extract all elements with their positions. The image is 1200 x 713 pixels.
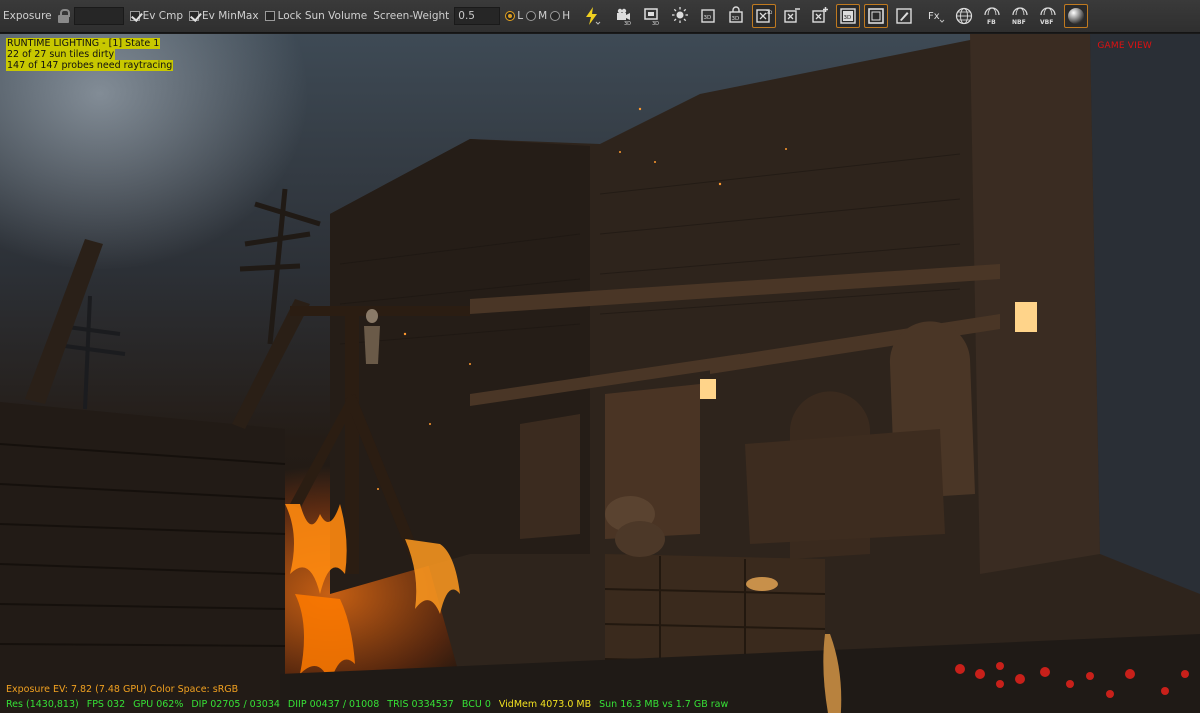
sun-tiles-status: 22 of 27 sun tiles dirty xyxy=(6,49,116,60)
fb-label: FB xyxy=(987,19,996,26)
screenshot-3d-button[interactable]: 3D xyxy=(640,4,664,28)
nbf-button[interactable]: NBF xyxy=(1008,4,1032,28)
camera-3d-icon: 3D xyxy=(617,8,631,26)
sun-light-button[interactable] xyxy=(668,4,692,28)
view-3d-button[interactable]: 3D xyxy=(836,4,861,28)
material-ball-button[interactable] xyxy=(1064,4,1089,28)
exposure-overlay: Exposure EV: 7.82 (7.48 GPU) Color Space… xyxy=(6,682,238,696)
probe-plus-icon xyxy=(812,7,829,23)
svg-text:3D: 3D xyxy=(652,21,659,26)
quality-radio-h-dot[interactable] xyxy=(550,11,561,21)
scene-render xyxy=(0,34,1200,713)
lock-3d-button[interactable]: 3D xyxy=(724,4,748,28)
ev-minmax-checkbox[interactable]: Ev MinMax xyxy=(189,10,259,22)
quality-radio-l-label: L xyxy=(517,10,524,22)
ev-cmp-checkbox[interactable]: Ev Cmp xyxy=(129,10,184,22)
stat-diip: DIIP 00437 / 01008 xyxy=(287,699,380,710)
stats-bar: Res (1430,813) FPS 032 GPU 062% DIP 0270… xyxy=(0,696,1200,713)
screen-weight-input[interactable] xyxy=(454,7,501,25)
probe-minus-button[interactable] xyxy=(780,4,804,28)
sun-light-icon xyxy=(672,7,689,23)
fx-icon: Fx xyxy=(928,11,945,23)
box-3d-icon: 3D xyxy=(701,9,715,23)
vbf-label: VBF xyxy=(1040,19,1053,26)
lock-icon[interactable] xyxy=(57,8,71,24)
box-3d-button[interactable]: 3D xyxy=(696,4,720,28)
lightning-icon xyxy=(586,7,601,25)
sphere-grid-icon xyxy=(955,7,973,25)
nbf-label: NBF xyxy=(1012,19,1026,26)
camera-3d-button[interactable]: 3D xyxy=(612,4,636,28)
lock-sun-volume-label: Lock Sun Volume xyxy=(277,10,368,22)
runtime-lighting-title: RUNTIME LIGHTING - [1] State 1 xyxy=(6,38,161,49)
game-viewport[interactable]: RUNTIME LIGHTING - [1] State 1 22 of 27 … xyxy=(0,34,1200,713)
nbf-icon: NBF xyxy=(1012,7,1028,26)
frame-icon xyxy=(868,8,884,24)
probe-3d-icon: 3D xyxy=(756,9,773,23)
exposure-label: Exposure xyxy=(3,10,52,22)
stat-bcu: BCU 0 xyxy=(461,699,491,710)
exposure-input[interactable] xyxy=(73,7,124,25)
quality-radio-m-dot[interactable] xyxy=(526,11,537,21)
ev-minmax-label: Ev MinMax xyxy=(202,10,259,22)
stat-tris: TRIS 0334537 xyxy=(387,699,454,710)
exposure-ev-text: Exposure EV: 7.82 (7.48 GPU) Color Space… xyxy=(6,684,239,695)
stat-res: Res (1430,813) xyxy=(6,699,79,710)
svg-text:3D: 3D xyxy=(844,15,852,21)
fx-button[interactable]: Fx xyxy=(924,4,948,28)
quality-radio-h-label: H xyxy=(562,10,571,22)
vbf-button[interactable]: VBF xyxy=(1036,4,1060,28)
lock-sun-volume-checkbox-box[interactable] xyxy=(264,11,275,21)
lock-3d-icon: 3D xyxy=(729,6,743,23)
svg-text:3D: 3D xyxy=(766,10,773,16)
edit-button[interactable] xyxy=(892,4,916,28)
quality-radio-l[interactable]: L xyxy=(505,10,523,22)
svg-text:3D: 3D xyxy=(732,16,740,22)
svg-text:3D: 3D xyxy=(704,15,712,21)
stat-dip: DIP 02705 / 03034 xyxy=(191,699,280,710)
runtime-lighting-overlay: RUNTIME LIGHTING - [1] State 1 22 of 27 … xyxy=(6,38,174,71)
stat-sun: Sun 16.3 MB vs 1.7 GB raw xyxy=(599,699,729,710)
stat-gpu: GPU 062% xyxy=(133,699,184,710)
view-3d-icon: 3D xyxy=(840,8,856,24)
quality-radio-m-label: M xyxy=(538,10,548,22)
lock-sun-volume-checkbox[interactable]: Lock Sun Volume xyxy=(264,10,368,22)
lightning-button[interactable] xyxy=(580,4,604,28)
fb-button[interactable]: FB xyxy=(980,4,1004,28)
edit-icon xyxy=(896,8,912,24)
probes-status: 147 of 147 probes need raytracing xyxy=(6,60,174,71)
probe-minus-icon xyxy=(784,8,801,23)
ev-minmax-checkbox-box[interactable] xyxy=(189,11,200,21)
probe-3d-button[interactable]: 3D xyxy=(752,4,777,28)
ev-cmp-checkbox-box[interactable] xyxy=(129,11,140,21)
ev-cmp-label: Ev Cmp xyxy=(142,10,184,22)
game-view-label: GAME VIEW xyxy=(1097,41,1152,51)
material-ball-icon xyxy=(1068,8,1085,24)
stat-fps: FPS 032 xyxy=(86,699,126,710)
quality-radio-m[interactable]: M xyxy=(526,10,547,22)
sphere-grid-button[interactable] xyxy=(952,4,976,28)
screenshot-3d-icon: 3D xyxy=(644,8,659,26)
fb-icon: FB xyxy=(984,7,1000,26)
quality-radio-h[interactable]: H xyxy=(550,10,570,22)
quality-radio-l-dot[interactable] xyxy=(505,11,516,21)
stat-vidmem: VidMem 4073.0 MB xyxy=(498,699,592,710)
probe-plus-button[interactable] xyxy=(808,4,832,28)
screen-weight-label: Screen-Weight xyxy=(373,10,450,22)
frame-button[interactable] xyxy=(864,4,889,28)
fx-label: Fx xyxy=(928,11,940,22)
svg-text:3D: 3D xyxy=(624,21,631,26)
toolbar: Exposure Ev Cmp Ev MinMax Lock Sun Volum… xyxy=(0,0,1200,33)
vbf-icon: VBF xyxy=(1040,7,1056,26)
